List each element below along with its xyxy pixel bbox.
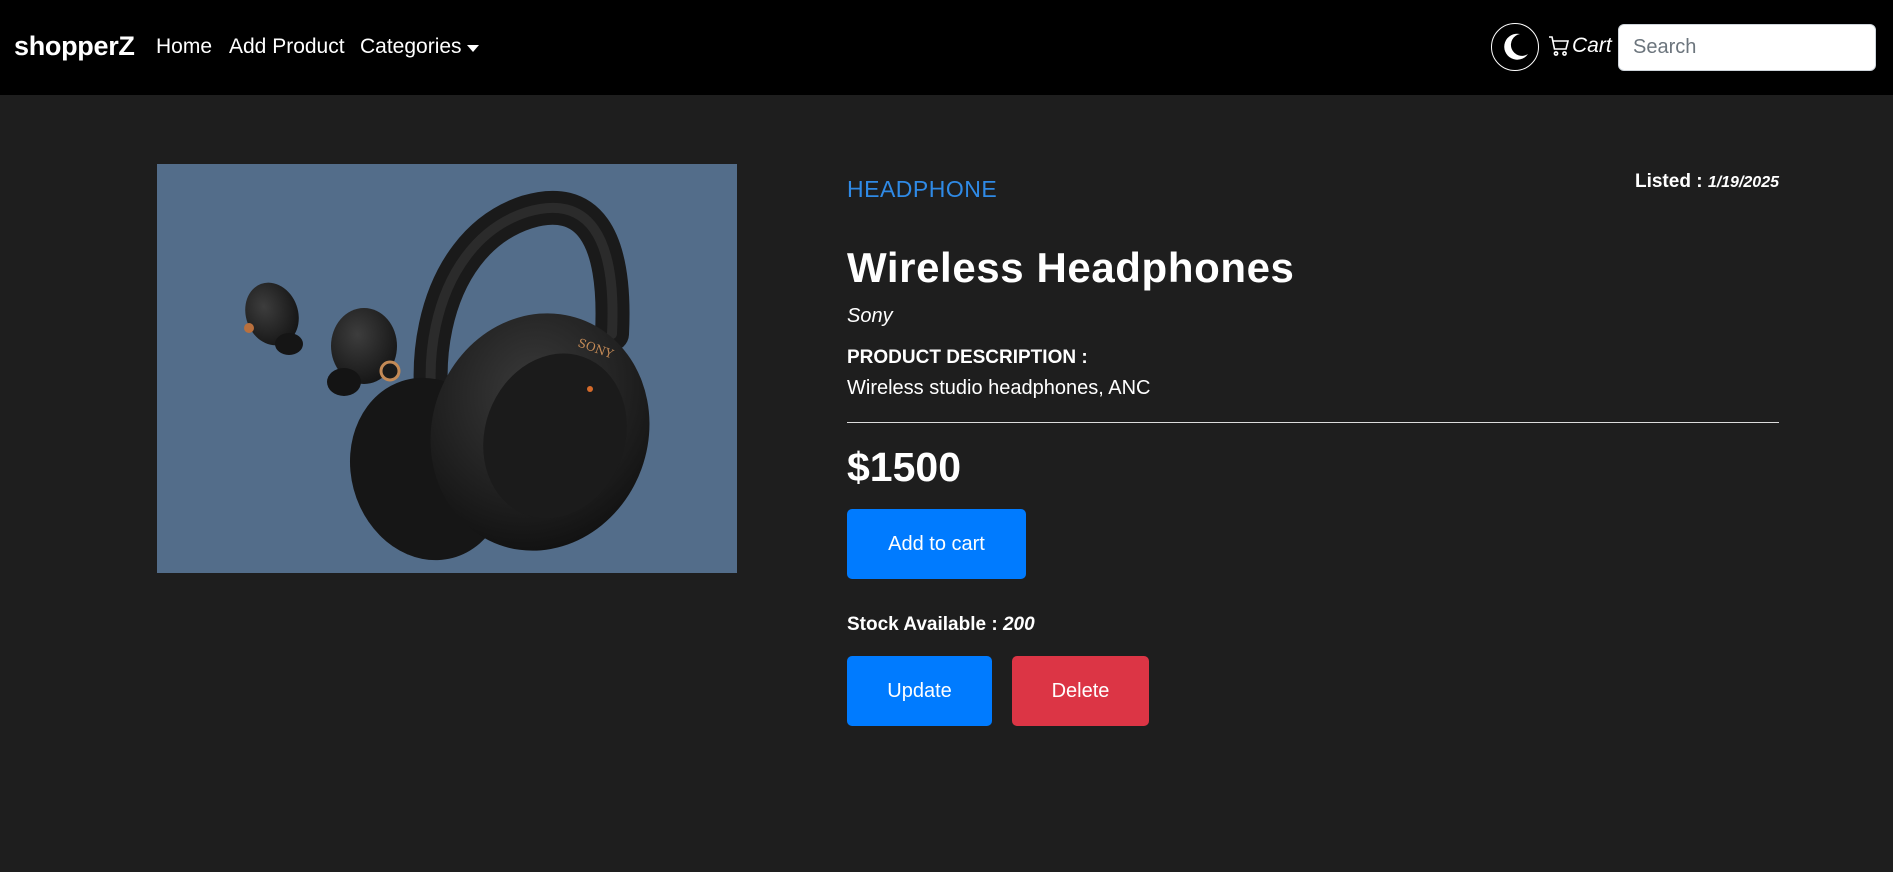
headphones-illustration: SONY: [244, 190, 650, 561]
product-description: Wireless studio headphones, ANC: [847, 377, 1151, 399]
moon-icon: [1504, 33, 1528, 60]
product-title: Wireless Headphones: [847, 244, 1295, 291]
nav-home-link[interactable]: Home: [156, 35, 212, 59]
nav-add-product-link[interactable]: Add Product: [229, 35, 345, 59]
nav-categories-label: Categories: [360, 35, 462, 58]
listed-date: 1/19/2025: [1707, 174, 1779, 191]
stock-value: 200: [1002, 614, 1035, 635]
divider: [847, 422, 1779, 423]
nav-categories-dropdown[interactable]: Categories: [360, 35, 479, 59]
listed-date-row: Listed : 1/19/2025: [1635, 171, 1779, 193]
theme-toggle-button[interactable]: [1491, 23, 1539, 71]
add-to-cart-button[interactable]: Add to cart: [847, 509, 1026, 579]
cart-label: Cart: [1572, 34, 1612, 57]
search-input[interactable]: [1618, 24, 1876, 71]
cart-icon: [1549, 36, 1570, 56]
product-price: $1500: [847, 444, 962, 490]
stock-row: Stock Available : 200: [847, 614, 1035, 636]
description-label: PRODUCT DESCRIPTION :: [847, 347, 1088, 368]
navbar: shopperZ Home Add Product Categories Car…: [0, 0, 1893, 95]
caret-down-icon: [466, 44, 479, 52]
product-image: SONY: [157, 164, 737, 573]
update-button[interactable]: Update: [847, 656, 992, 726]
brand-logo[interactable]: shopperZ: [14, 31, 135, 62]
product-brand: Sony: [847, 305, 893, 327]
product-category: HEADPHONE: [847, 176, 998, 202]
stock-label: Stock Available :: [847, 614, 998, 635]
delete-button[interactable]: Delete: [1012, 656, 1149, 726]
listed-label: Listed :: [1634, 171, 1703, 192]
cart-link[interactable]: Cart: [1548, 34, 1612, 58]
